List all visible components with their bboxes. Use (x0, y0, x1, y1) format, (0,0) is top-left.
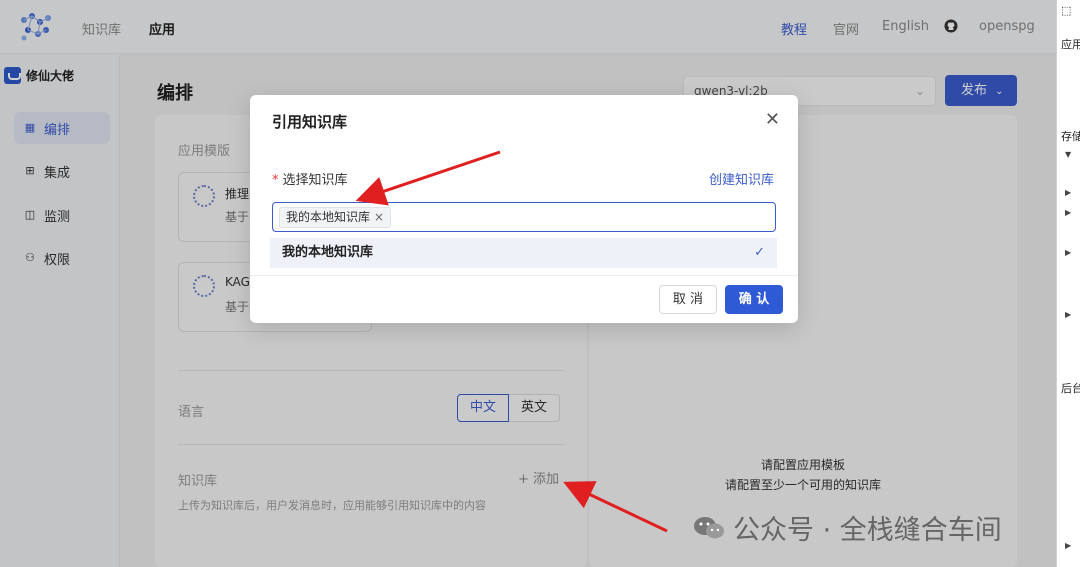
close-icon[interactable]: ✕ (765, 109, 780, 130)
selected-kb-tag: 我的本地知识库 × (279, 207, 392, 228)
reference-kb-modal: 引用知识库 ✕ * 选择知识库 创建知识库 我的本地知识库 × 我的本地知识库 ✓ … (250, 95, 798, 323)
check-icon: ✓ (754, 245, 765, 260)
devtools-label: 后台 (1061, 382, 1080, 395)
kb-option-label: 我的本地知识库 (282, 245, 374, 260)
caret-right-icon[interactable]: ▶ (1065, 188, 1071, 197)
caret-right-icon[interactable]: ▶ (1065, 541, 1071, 550)
kb-select-label: * 选择知识库 (272, 169, 348, 188)
watermark: 公众号 · 全栈缝合车间 (693, 508, 1002, 547)
inspect-icon[interactable]: ⬚ (1061, 4, 1071, 17)
wechat-icon (694, 516, 724, 538)
kb-select-label-text: 选择知识库 (282, 173, 348, 188)
watermark-text: 公众号 · 全栈缝合车间 (733, 515, 1002, 546)
devtools-label: 应用 (1061, 38, 1080, 51)
devtools-label: 存储 (1061, 130, 1080, 143)
modal-footer-divider (250, 275, 798, 276)
devtools-panel: ⬚ 应用 存储 ▼ ▶ ▶ ▶ ▶ 后台 ▶ (1056, 0, 1080, 567)
caret-down-icon[interactable]: ▼ (1065, 150, 1071, 159)
kb-option[interactable]: 我的本地知识库 ✓ (270, 238, 777, 268)
selected-kb-tag-label: 我的本地知识库 (286, 210, 371, 224)
create-kb-link[interactable]: 创建知识库 (709, 169, 774, 188)
caret-right-icon[interactable]: ▶ (1065, 248, 1071, 257)
caret-right-icon[interactable]: ▶ (1065, 310, 1071, 319)
tag-close-icon[interactable]: × (374, 210, 384, 224)
cancel-button[interactable]: 取 消 (659, 285, 717, 314)
required-mark: * (272, 173, 279, 188)
caret-right-icon[interactable]: ▶ (1065, 208, 1071, 217)
kb-multiselect-input[interactable]: 我的本地知识库 × (272, 202, 776, 232)
modal-title: 引用知识库 (272, 113, 348, 131)
confirm-button[interactable]: 确 认 (725, 285, 783, 314)
